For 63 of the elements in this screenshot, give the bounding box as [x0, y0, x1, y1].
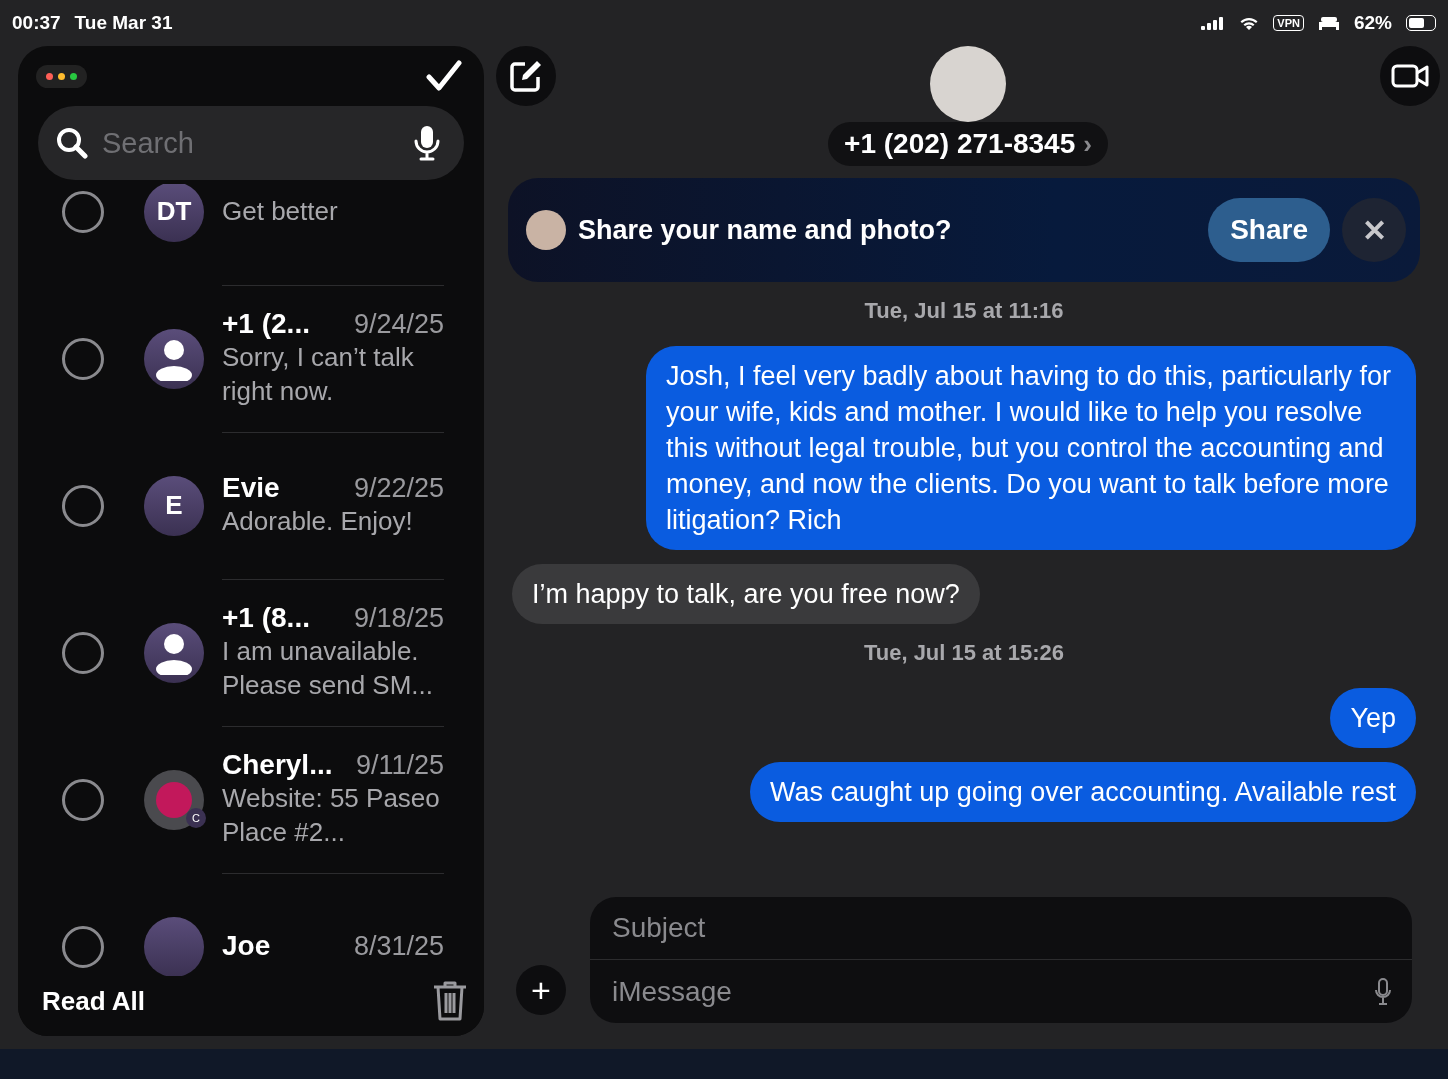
conversation-item[interactable]: DT Get better: [18, 184, 484, 285]
conversation-item[interactable]: E Evie 9/22/25 Adorable. Enjoy!: [18, 432, 484, 579]
checkmark-icon[interactable]: [426, 60, 462, 92]
sent-message: Josh, I feel very badly about having to do this, particularly for your wife, kids and mother. I would like to help you resolve this without legal trouble, but you control the accounting and money, and now the clients. Do you want to talk before more litigation? Rich: [646, 346, 1416, 550]
message-preview: Sorry, I can’t talk right now.: [222, 341, 415, 408]
select-circle[interactable]: [62, 631, 104, 674]
status-date: Tue Mar 31: [74, 12, 173, 34]
contact-name: Joe: [222, 930, 271, 962]
message-preview: I am unavailable. Please send SM...: [222, 635, 434, 702]
message-date: 8/31/25: [353, 931, 444, 962]
contact-button[interactable]: +1 (202) 271-8345 ›: [828, 122, 1108, 166]
message-preview: Website: 55 Paseo Place #2...: [222, 782, 441, 849]
contact-name: +1 (2...: [222, 308, 310, 340]
trash-icon[interactable]: [432, 980, 468, 1022]
wifi-icon: [1239, 15, 1260, 31]
close-button[interactable]: ✕: [1342, 198, 1406, 262]
photo-placeholder: [526, 210, 566, 250]
battery-icon: [1406, 15, 1436, 31]
add-button[interactable]: +: [516, 965, 566, 1015]
avatar: E: [144, 475, 204, 536]
message-field[interactable]: iMessage: [590, 960, 1412, 1023]
message-date: 9/18/25: [353, 603, 444, 634]
timestamp: Tue, Jul 15 at 15:26: [863, 640, 1065, 666]
select-circle[interactable]: [62, 337, 104, 380]
video-camera-icon: [1391, 63, 1429, 89]
message-preview: Get better: [222, 195, 339, 228]
window-controls[interactable]: [36, 64, 87, 88]
select-circle[interactable]: [62, 925, 104, 968]
contact-name: Cheryl...: [222, 749, 333, 781]
conversation-item[interactable]: +1 (8... 9/18/25 I am unavailable. Please send SM...: [18, 579, 484, 726]
avatar: [144, 916, 204, 976]
signal-icon: [1201, 16, 1226, 30]
share-button[interactable]: Share: [1208, 198, 1330, 262]
message-date: 9/24/25: [353, 309, 444, 340]
search-field[interactable]: Search: [38, 106, 464, 180]
compose-icon: [509, 59, 543, 93]
avatar: DT: [144, 184, 204, 242]
conversation-item[interactable]: +1 (2... 9/24/25 Sorry, I can’t talk right now.: [18, 285, 484, 432]
microphone-icon[interactable]: [414, 125, 440, 161]
received-message: I’m happy to talk, are you free now?: [512, 564, 980, 624]
sent-message: Yep: [1330, 688, 1416, 748]
contact-name: Evie: [222, 472, 280, 504]
status-time: 00:37: [12, 12, 61, 34]
select-circle[interactable]: [62, 484, 104, 527]
message-preview: Adorable. Enjoy!: [222, 505, 414, 538]
conversation-item[interactable]: C Cheryl... 9/11/25 Website: 55 Paseo Place #2...: [18, 726, 484, 873]
read-all-button[interactable]: Read All: [42, 985, 146, 1017]
timestamp: Tue, Jul 15 at 11:16: [864, 298, 1064, 324]
select-circle[interactable]: [62, 190, 104, 233]
vpn-indicator: VPN: [1273, 15, 1304, 31]
sent-message: Was caught up going over accounting. Available rest: [750, 762, 1416, 822]
banner-text: Share your name and photo?: [578, 214, 953, 246]
message-date: 9/22/25: [353, 473, 444, 504]
avatar-badge: C: [186, 807, 206, 828]
contact-name: +1 (8...: [222, 602, 310, 634]
message-date: 9/11/25: [355, 750, 444, 781]
bed-icon: [1317, 15, 1340, 31]
photo-placeholder: [156, 781, 192, 818]
battery-percent: 62%: [1353, 12, 1392, 34]
search-icon: [56, 127, 88, 159]
compose-button[interactable]: [496, 46, 556, 106]
subject-field[interactable]: Subject: [590, 897, 1412, 960]
select-circle[interactable]: [62, 778, 104, 821]
